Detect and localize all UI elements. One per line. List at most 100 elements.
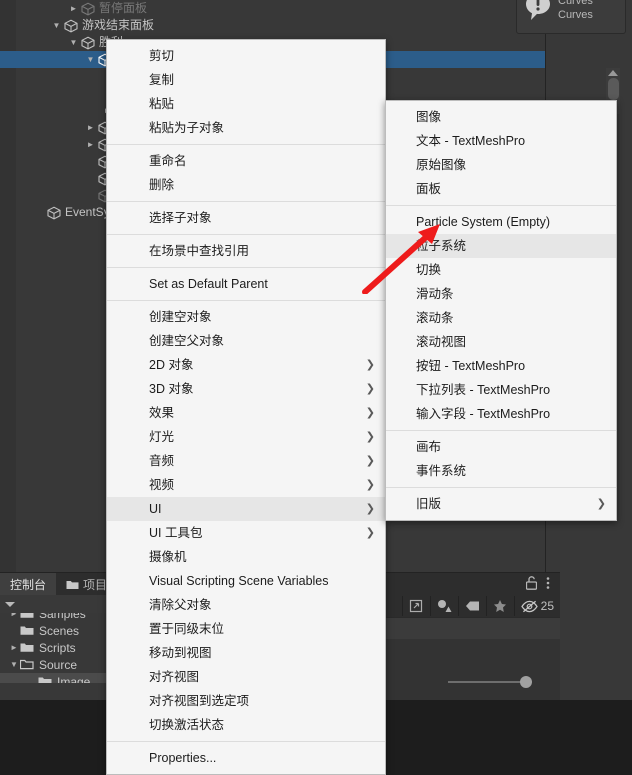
- menu-item-label: 对齐视图: [149, 670, 200, 684]
- menu-item[interactable]: 滚动视图: [386, 330, 616, 354]
- menu-item[interactable]: 创建空父对象: [107, 329, 385, 353]
- menu-item[interactable]: 粘贴: [107, 92, 385, 116]
- expand-triangle-icon[interactable]: ►: [84, 140, 97, 149]
- menu-separator: [107, 144, 385, 145]
- menu-item[interactable]: 移动到视图: [107, 641, 385, 665]
- menu-item-label: 画布: [416, 440, 442, 454]
- expand-triangle-icon[interactable]: ►: [67, 4, 80, 13]
- more-options-icon[interactable]: [546, 576, 550, 593]
- menu-item[interactable]: 重命名: [107, 149, 385, 173]
- unity-editor-root: ►暂停面板▼游戏结束面板▼胜利▼星►►星►星重新菜单失败EventSystem …: [0, 0, 632, 775]
- expand-triangle-icon[interactable]: ►: [84, 123, 97, 132]
- menu-item[interactable]: Set as Default Parent: [107, 272, 385, 296]
- hidden-objects-count[interactable]: 25: [513, 596, 560, 616]
- menu-item[interactable]: 粘贴为子对象: [107, 116, 385, 140]
- shapes-icon[interactable]: [429, 596, 458, 616]
- menu-item[interactable]: UI ❯: [107, 497, 385, 521]
- hidden-eye-icon: [520, 600, 538, 612]
- menu-item-label: 移动到视图: [149, 646, 212, 660]
- menu-item[interactable]: 置于同级末位: [107, 617, 385, 641]
- menu-separator: [386, 205, 616, 206]
- new-asset-icon[interactable]: [401, 596, 430, 616]
- menu-item[interactable]: 下拉列表 - TextMeshPro: [386, 378, 616, 402]
- menu-item[interactable]: 原始图像: [386, 153, 616, 177]
- menu-item[interactable]: 按钮 - TextMeshPro: [386, 354, 616, 378]
- menu-item[interactable]: Visual Scripting Scene Variables: [107, 569, 385, 593]
- menu-item-label: 效果: [149, 406, 175, 420]
- menu-item-label: 文本 - TextMeshPro: [416, 134, 526, 148]
- project-zoom-slider[interactable]: [448, 676, 532, 688]
- chevron-down-icon[interactable]: [5, 601, 15, 607]
- menu-item[interactable]: 2D 对象 ❯: [107, 353, 385, 377]
- menu-item[interactable]: 清除父对象: [107, 593, 385, 617]
- menu-item[interactable]: 删除: [107, 173, 385, 197]
- expand-triangle-icon[interactable]: ▼: [84, 55, 97, 64]
- menu-item[interactable]: 粒子系统: [386, 234, 616, 258]
- menu-item[interactable]: 剪切: [107, 44, 385, 68]
- scrollbar-thumb[interactable]: [607, 78, 619, 100]
- menu-item-label: 面板: [416, 182, 442, 196]
- menu-item[interactable]: 画布: [386, 435, 616, 459]
- gameobject-cube-icon: [63, 19, 79, 33]
- menu-item[interactable]: 视频 ❯: [107, 473, 385, 497]
- menu-item[interactable]: Properties...: [107, 746, 385, 770]
- project-preview-area: [370, 639, 560, 701]
- menu-item[interactable]: 选择子对象: [107, 206, 385, 230]
- toast-line-1: Curves: [558, 0, 593, 7]
- hierarchy-row[interactable]: ▼ 游戏结束面板: [0, 17, 545, 34]
- menu-separator: [107, 201, 385, 202]
- expand-triangle-icon[interactable]: ▼: [50, 21, 63, 30]
- menu-item[interactable]: 文本 - TextMeshPro: [386, 129, 616, 153]
- menu-item[interactable]: 复制: [107, 68, 385, 92]
- expand-triangle-icon[interactable]: ▼: [8, 660, 20, 669]
- expand-triangle-icon[interactable]: ►: [8, 613, 20, 618]
- menu-item[interactable]: 图像: [386, 105, 616, 129]
- menu-item-label: 音频: [149, 454, 175, 468]
- ui-submenu: 图像文本 - TextMeshPro 原始图像面板 Particle System …: [385, 100, 617, 521]
- project-asset-band: [370, 617, 560, 640]
- label-icon[interactable]: [457, 596, 486, 616]
- menu-item[interactable]: 对齐视图: [107, 665, 385, 689]
- menu-item[interactable]: 3D 对象 ❯: [107, 377, 385, 401]
- expand-triangle-icon[interactable]: ▼: [67, 38, 80, 47]
- menu-item-label: 滚动视图: [416, 335, 467, 349]
- menu-item[interactable]: 切换激活状态: [107, 713, 385, 737]
- menu-item[interactable]: 事件系统: [386, 459, 616, 483]
- project-tree-label: Samples: [39, 613, 86, 621]
- menu-item[interactable]: 滚动条: [386, 306, 616, 330]
- favorite-icon[interactable]: [485, 596, 514, 616]
- menu-item[interactable]: 摄像机: [107, 545, 385, 569]
- gameobject-cube-icon: [80, 36, 96, 50]
- project-tree-label: Image: [57, 674, 91, 684]
- unlock-icon[interactable]: [525, 575, 538, 593]
- menu-item[interactable]: 灯光 ❯: [107, 425, 385, 449]
- menu-item[interactable]: 音频 ❯: [107, 449, 385, 473]
- menu-item[interactable]: 对齐视图到选定项: [107, 689, 385, 713]
- chevron-right-icon: ❯: [365, 527, 375, 539]
- menu-separator: [386, 430, 616, 431]
- menu-item[interactable]: Particle System (Empty): [386, 210, 616, 234]
- menu-item-label: 选择子对象: [149, 211, 212, 225]
- menu-item[interactable]: 输入字段 - TextMeshPro: [386, 402, 616, 426]
- hierarchy-row[interactable]: ► 暂停面板: [0, 0, 545, 17]
- project-tree-label: Scenes: [39, 623, 80, 638]
- dock-tab-label: 控制台: [10, 577, 47, 592]
- menu-item[interactable]: 滑动条: [386, 282, 616, 306]
- menu-separator: [107, 234, 385, 235]
- menu-item-label: 置于同级末位: [149, 622, 225, 636]
- menu-item-label: 下拉列表 - TextMeshPro: [416, 383, 551, 397]
- menu-item[interactable]: 面板: [386, 177, 616, 201]
- menu-item[interactable]: 创建空对象: [107, 305, 385, 329]
- menu-item[interactable]: UI 工具包 ❯: [107, 521, 385, 545]
- menu-separator: [107, 741, 385, 742]
- dock-tab-console[interactable]: 控制台: [0, 573, 57, 595]
- slider-knob[interactable]: [520, 676, 532, 688]
- menu-item[interactable]: 旧版 ❯: [386, 492, 616, 516]
- expand-triangle-icon[interactable]: ►: [8, 643, 20, 652]
- scroll-up-icon[interactable]: [608, 70, 618, 76]
- menu-item[interactable]: 在场景中查找引用: [107, 239, 385, 263]
- menu-item[interactable]: 效果 ❯: [107, 401, 385, 425]
- menu-item[interactable]: 切换: [386, 258, 616, 282]
- chevron-right-icon: ❯: [365, 503, 375, 515]
- toast-line-2: Curves: [558, 9, 593, 21]
